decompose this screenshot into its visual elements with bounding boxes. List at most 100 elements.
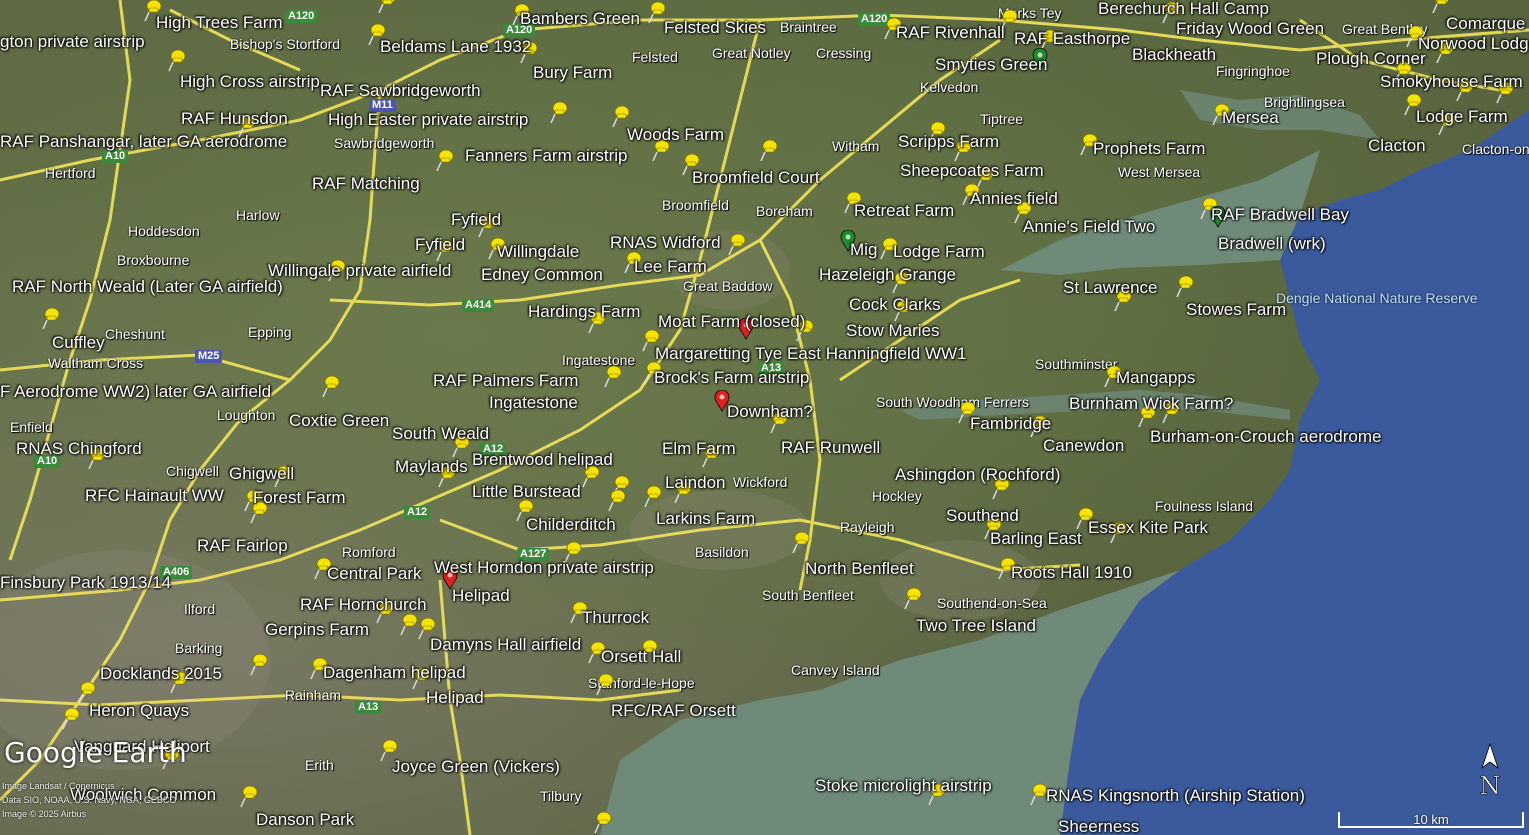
airfield-label[interactable]: Canewdon <box>1043 437 1124 454</box>
airfield-label[interactable]: Ashingdon (Rochford) <box>895 466 1060 483</box>
yellow-pushpin-icon[interactable] <box>604 364 622 388</box>
airfield-label[interactable]: Barling East <box>990 530 1082 547</box>
airfield-label[interactable]: Annies field <box>970 190 1058 207</box>
airfield-label[interactable]: Annie's Field Two <box>1023 218 1155 235</box>
airfield-label[interactable]: Mersea <box>1222 109 1279 126</box>
airfield-label[interactable]: RAF Sawbridgeworth <box>320 82 481 99</box>
airfield-label[interactable]: RAF Palmers Farm <box>433 372 578 389</box>
airfield-label[interactable]: Lodge Farm <box>1416 108 1508 125</box>
airfield-label[interactable]: Stow Maries <box>846 322 940 339</box>
yellow-pushpin-icon[interactable] <box>62 706 80 730</box>
airfield-label[interactable]: West Horndon private airstrip <box>434 559 654 576</box>
airfield-label[interactable]: Roots Hall 1910 <box>1011 564 1132 581</box>
airfield-label[interactable]: Moat Farm (closed) <box>658 313 805 330</box>
airfield-label[interactable]: High Trees Farm <box>156 14 283 31</box>
airfield-label[interactable]: Retreat Farm <box>854 202 954 219</box>
airfield-label[interactable]: Plough Corner <box>1316 50 1426 67</box>
yellow-pushpin-icon[interactable] <box>612 104 630 128</box>
yellow-pushpin-icon[interactable] <box>550 100 568 124</box>
airfield-label[interactable]: Childerditch <box>526 516 616 533</box>
airfield-label[interactable]: Norwood Lodge <box>1418 35 1529 52</box>
yellow-pushpin-icon[interactable] <box>1432 0 1450 14</box>
airfield-label[interactable]: Blackheath <box>1132 46 1216 63</box>
airfield-label[interactable]: Comarque <box>1446 15 1525 32</box>
airfield-label[interactable]: South Weald <box>392 425 489 442</box>
airfield-label[interactable]: RAF Rivenhall <box>896 24 1005 41</box>
airfield-label[interactable]: Helipad <box>452 587 510 604</box>
airfield-label[interactable]: RAF Hunsdon <box>181 110 288 127</box>
airfield-label[interactable]: Sheepcoates Farm <box>900 162 1044 179</box>
airfield-label[interactable]: Smokyhouse Farm <box>1380 73 1523 90</box>
yellow-pushpin-icon[interactable] <box>608 488 626 512</box>
airfield-label[interactable]: Elm Farm <box>662 440 736 457</box>
airfield-label[interactable]: Heron Quays <box>89 702 189 719</box>
airfield-label[interactable]: Central Park <box>327 565 421 582</box>
airfield-label[interactable]: Prophets Farm <box>1093 140 1205 157</box>
airfield-label[interactable]: Willingale private airfield <box>268 262 451 279</box>
yellow-pushpin-icon[interactable] <box>378 0 396 14</box>
airfield-label[interactable]: Lodge Farm <box>893 243 985 260</box>
airfield-label[interactable]: Lee Farm <box>634 258 707 275</box>
yellow-pushpin-icon[interactable] <box>168 48 186 72</box>
yellow-pushpin-icon[interactable] <box>904 586 922 610</box>
airfield-label[interactable]: Burnham Wick Farm? <box>1069 395 1233 412</box>
airfield-label[interactable]: Scripps Farm <box>898 133 999 150</box>
airfield-label[interactable]: Dagenham helipad <box>323 664 466 681</box>
airfield-label[interactable]: Bury Farm <box>533 64 612 81</box>
yellow-pushpin-icon[interactable] <box>240 784 258 808</box>
airfield-label[interactable]: Two Tree Island <box>916 617 1036 634</box>
airfield-label[interactable]: Little Burstead <box>472 483 581 500</box>
airfield-label[interactable]: RAF Bradwell Bay <box>1211 206 1349 223</box>
airfield-label[interactable]: Beldams Lane 1932 <box>380 38 531 55</box>
airfield-label[interactable]: Forest Farm <box>253 489 346 506</box>
yellow-pushpin-icon[interactable] <box>760 138 778 162</box>
yellow-pushpin-icon[interactable] <box>78 680 96 704</box>
airfield-label[interactable]: Fyfield <box>415 236 465 253</box>
airfield-label[interactable]: RNAS Kingsnorth (Airship Station) <box>1046 787 1305 804</box>
yellow-pushpin-icon[interactable] <box>596 672 614 696</box>
airfield-label[interactable]: Thurrock <box>582 609 649 626</box>
airfield-label[interactable]: Coxtie Green <box>289 412 389 429</box>
airfield-label[interactable]: RAF Fairlop <box>197 537 288 554</box>
airfield-label[interactable]: Broomfield Court <box>692 169 820 186</box>
airfield-label[interactable]: Bambers Green <box>520 10 640 27</box>
airfield-label[interactable]: Willingdale <box>497 243 579 260</box>
airfield-label[interactable]: RFC Hainault WW <box>85 487 224 504</box>
airfield-label[interactable]: Felsted Skies <box>664 19 766 36</box>
airfield-label[interactable]: Ghigwell <box>229 465 294 482</box>
airfield-label[interactable]: High Cross airstrip <box>180 73 320 90</box>
yellow-pushpin-icon[interactable] <box>728 232 746 256</box>
airfield-label[interactable]: High Easter private airstrip <box>328 111 528 128</box>
airfield-label[interactable]: Hazeleigh Grange <box>819 266 956 283</box>
airfield-label[interactable]: Woods Farm <box>627 126 724 143</box>
airfield-label[interactable]: RAF Hornchurch <box>300 596 427 613</box>
airfield-label[interactable]: RAF Panshangar, later GA aerodrome <box>0 133 287 150</box>
airfield-label[interactable]: Downham? <box>727 403 813 420</box>
airfield-label[interactable]: Gerpins Farm <box>265 621 369 638</box>
airfield-label[interactable]: RNAS Chingford <box>16 440 142 457</box>
airfield-label[interactable]: Hardings Farm <box>528 303 640 320</box>
airfield-label[interactable]: RAF Matching <box>312 175 420 192</box>
airfield-label[interactable]: Larkins Farm <box>656 510 755 527</box>
airfield-label[interactable]: Edney Common <box>481 266 603 283</box>
airfield-label[interactable]: RAF North Weald (Later GA airfield) <box>12 278 283 295</box>
yellow-pushpin-icon[interactable] <box>322 374 340 398</box>
airfield-label[interactable]: Smyties Green <box>935 56 1047 73</box>
yellow-pushpin-icon[interactable] <box>250 652 268 676</box>
yellow-pushpin-icon[interactable] <box>42 306 60 330</box>
yellow-pushpin-icon[interactable] <box>792 530 810 554</box>
airfield-label[interactable]: RFC/RAF Orsett <box>611 702 736 719</box>
airfield-label[interactable]: Friday Wood Green <box>1176 20 1324 37</box>
north-arrow-icon[interactable]: N <box>1476 742 1504 800</box>
airfield-label[interactable]: Danson Park <box>256 811 354 828</box>
airfield-label[interactable]: Helipad <box>426 689 484 706</box>
airfield-label[interactable]: RAF Runwell <box>781 439 880 456</box>
airfield-label[interactable]: Maylands <box>395 458 468 475</box>
yellow-pushpin-icon[interactable] <box>436 148 454 172</box>
airfield-label[interactable]: Essex Kite Park <box>1088 519 1208 536</box>
airfield-label[interactable]: Cuffley <box>52 334 105 351</box>
airfield-label[interactable]: Brentwood helipad <box>472 451 613 468</box>
yellow-pushpin-icon[interactable] <box>400 612 418 636</box>
airfield-label[interactable]: Ingatestone <box>489 394 578 411</box>
airfield-label[interactable]: Burham-on-Crouch aerodrome <box>1150 428 1382 445</box>
